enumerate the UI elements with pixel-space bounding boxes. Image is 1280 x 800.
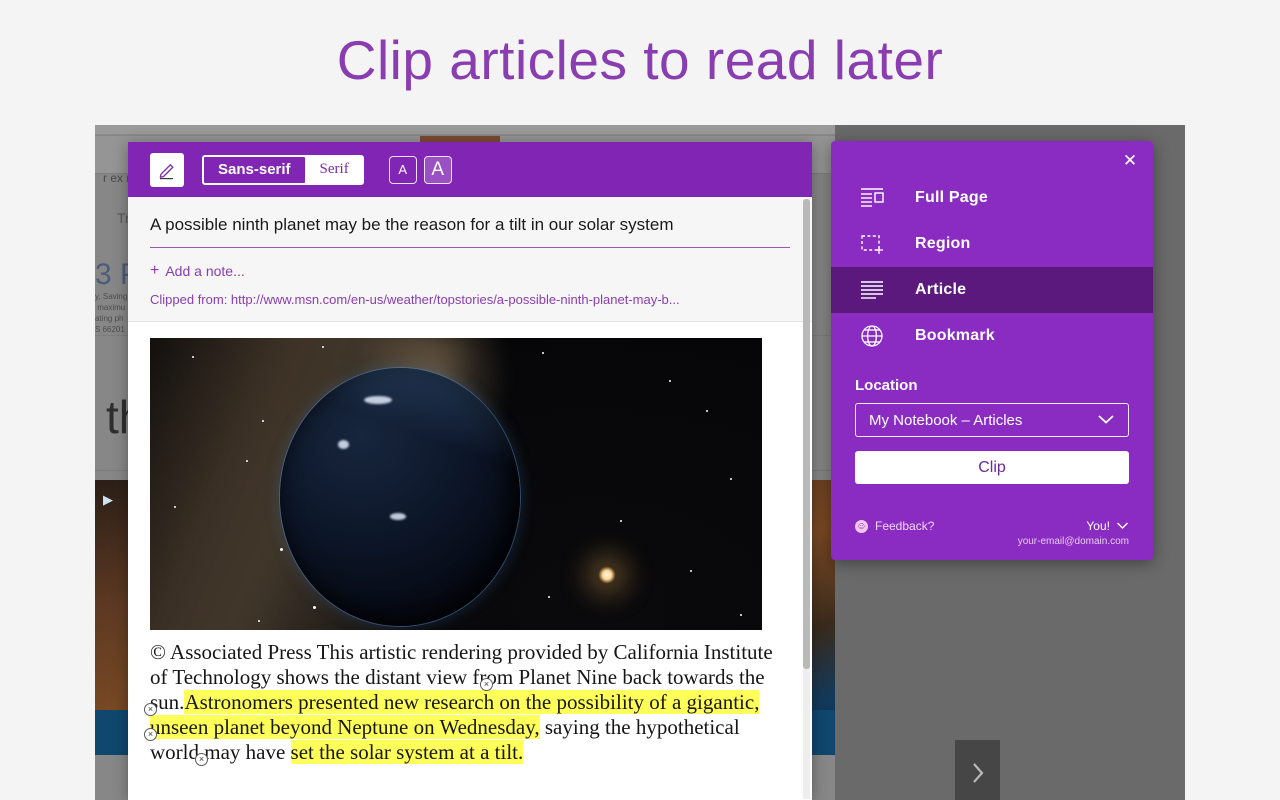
account-menu[interactable]: You! your-email@domain.com <box>1018 519 1129 547</box>
planet-nine-graphic <box>280 368 520 626</box>
globe-icon <box>855 324 889 348</box>
clip-preview-pane: Sans-serif Serif A A A possible ninth pl… <box>128 142 812 800</box>
smiley-icon: ☺ <box>855 519 868 533</box>
chevron-down-icon <box>1097 412 1115 429</box>
font-option-serif[interactable]: Serif <box>306 156 363 184</box>
clip-button[interactable]: Clip <box>855 451 1129 484</box>
background-browser-chrome <box>95 125 835 135</box>
preview-scroll-thumb[interactable] <box>803 199 810 669</box>
preview-toolbar: Sans-serif Serif A A <box>128 142 812 197</box>
article-body-text: © Associated Press This artistic renderi… <box>144 640 790 766</box>
feedback-link[interactable]: ☺ Feedback? <box>855 519 934 533</box>
add-note-label: Add a note... <box>165 263 245 279</box>
font-size-large-button[interactable]: A <box>423 155 452 184</box>
full-page-icon <box>855 186 889 210</box>
close-icon[interactable]: ✕ <box>1118 149 1142 173</box>
clip-mode-label: Article <box>915 281 967 298</box>
gear-icon[interactable] <box>809 145 812 170</box>
article-hero-image <box>150 338 762 630</box>
feedback-label: Feedback? <box>875 519 935 533</box>
remove-highlight-button[interactable]: × <box>195 753 208 766</box>
page-title: Clip articles to read later <box>336 29 944 91</box>
highlighter-pencil-icon[interactable] <box>150 152 184 187</box>
clip-mode-bookmark[interactable]: Bookmark <box>831 313 1153 359</box>
clipper-panel: ✕ Full Page Region Article Bookmark Loca… <box>831 141 1153 560</box>
background-fineprint: y, Saving maximu ating ph S 66201 <box>95 292 128 334</box>
clip-mode-region[interactable]: Region <box>831 221 1153 267</box>
clip-mode-article[interactable]: Article <box>831 267 1153 313</box>
account-name-row: You! <box>1018 519 1129 533</box>
location-value: My Notebook – Articles <box>869 411 1023 429</box>
chevron-down-icon <box>1116 519 1129 533</box>
clip-mode-label: Full Page <box>915 189 988 206</box>
article-icon <box>855 278 889 302</box>
font-family-toggle[interactable]: Sans-serif Serif <box>202 154 364 185</box>
preview-header: A possible ninth planet may be the reaso… <box>128 197 812 322</box>
clip-mode-label: Bookmark <box>915 327 995 344</box>
font-size-small-button[interactable]: A <box>388 155 417 184</box>
location-section: Location My Notebook – Articles Clip <box>831 359 1153 484</box>
clip-title-input[interactable]: A possible ninth planet may be the reaso… <box>150 215 790 248</box>
preview-scrollbar[interactable] <box>803 199 810 799</box>
font-option-sans-serif[interactable]: Sans-serif <box>203 155 306 184</box>
remove-highlight-button[interactable]: × <box>144 703 157 716</box>
play-icon: ▶ <box>103 492 113 507</box>
clip-mode-full-page[interactable]: Full Page <box>831 175 1153 221</box>
account-email: your-email@domain.com <box>1017 536 1129 547</box>
plus-icon: + <box>150 262 160 279</box>
location-dropdown[interactable]: My Notebook – Articles <box>855 403 1129 437</box>
clipped-from-link[interactable]: Clipped from: http://www.msn.com/en-us/w… <box>150 292 790 307</box>
location-label: Location <box>855 377 918 394</box>
preview-body: © Associated Press This artistic renderi… <box>128 322 812 766</box>
highlight-segment-2[interactable]: set the solar system at a tilt. <box>290 740 524 764</box>
font-size-group: A A <box>388 155 452 184</box>
remove-highlight-button[interactable]: × <box>480 678 493 691</box>
remove-highlight-button[interactable]: × <box>144 728 157 741</box>
clip-mode-label: Region <box>915 235 971 252</box>
account-name: You! <box>1086 519 1110 533</box>
region-icon <box>855 232 889 256</box>
planet-rim <box>280 368 520 626</box>
clipper-footer: ☺ Feedback? You! your-email@domain.com <box>831 519 1153 547</box>
clip-mode-list: Full Page Region Article Bookmark <box>831 141 1153 359</box>
next-slide-button[interactable] <box>955 740 1000 800</box>
screen: Clip articles to read later r ex n Tra 3… <box>0 0 1280 800</box>
add-note-field[interactable]: + Add a note... <box>150 262 790 280</box>
sun-graphic <box>598 566 616 584</box>
